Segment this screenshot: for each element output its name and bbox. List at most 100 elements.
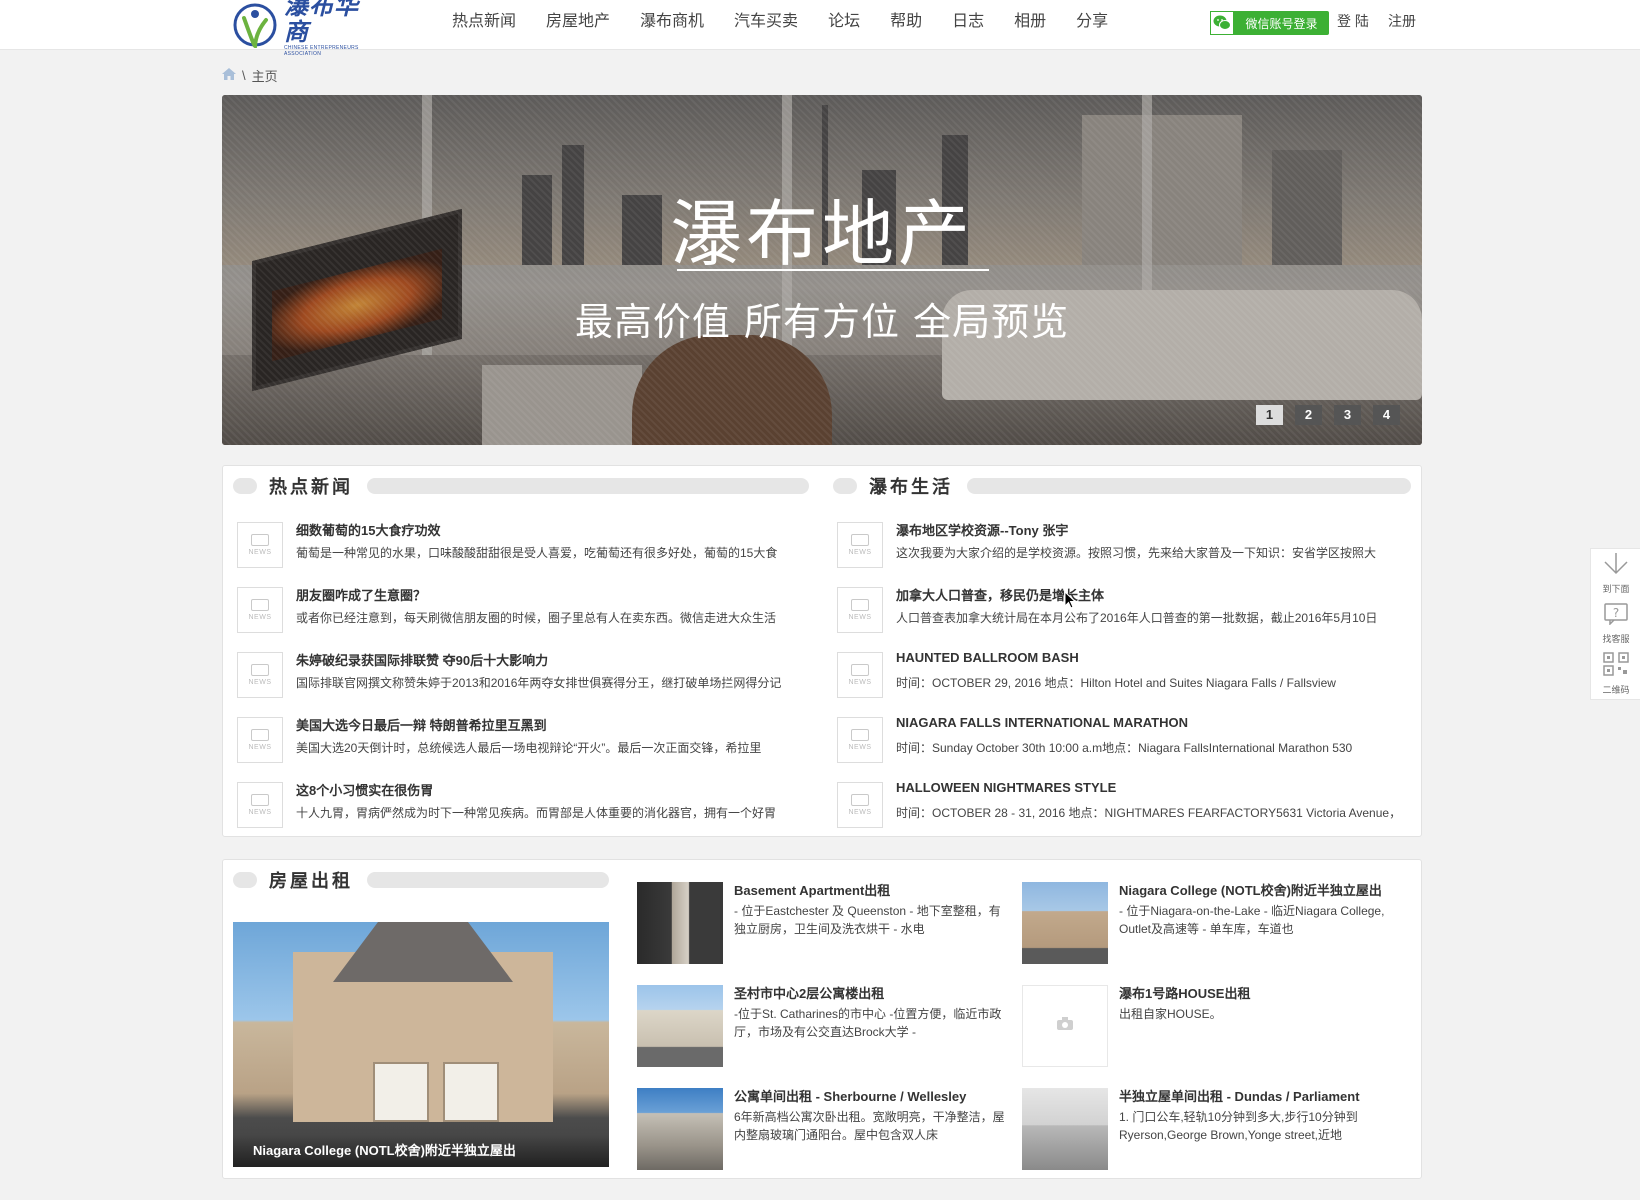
rental-item[interactable]: 圣村市中心2层公寓楼出租 -位于St. Catharines的市中心 -位置方便… [637,983,1007,1073]
banner-page-3[interactable]: 3 [1334,405,1361,425]
rental-desc: 出租自家HOUSE。 [1119,1007,1222,1021]
life-title[interactable]: 瀑布生活 [869,473,953,499]
customer-service-button[interactable]: ? 找客服 [1591,601,1640,647]
hot-news-title[interactable]: 热点新闻 [269,473,353,499]
news-title[interactable]: 这8个小习惯实在很伤胃 [296,780,433,799]
logo-subtext: CHINESE ENTREPRENEURS ASSOCIATION [284,45,359,57]
rental-item[interactable]: Niagara College (NOTL校舍)附近半独立屋出 - 位于Niag… [1022,880,1392,970]
rental-title[interactable]: 圣村市中心2层公寓楼出租 [734,983,884,1002]
nav-real-estate[interactable]: 房屋地产 [546,0,610,44]
rentals-heading: 房屋出租 [233,867,609,893]
rental-item[interactable]: 公寓单间出租 - Sherbourne / Wellesley 6年新高档公寓次… [637,1086,1007,1176]
rental-title[interactable]: 公寓单间出租 - Sherbourne / Wellesley [734,1086,966,1105]
nav-help[interactable]: 帮助 [890,0,922,44]
news-title[interactable]: 瀑布地区学校资源--Tony 张宇 [896,520,1068,539]
hero-banner[interactable]: 瀑布地产 最高价值 所有方位 全局预览 1 2 3 4 [222,95,1422,445]
rentals-title[interactable]: 房屋出租 [269,867,353,893]
nav-album[interactable]: 相册 [1014,0,1046,44]
mouse-cursor-icon [1064,590,1077,614]
rental-title[interactable]: 半独立屋单间出租 - Dundas / Parliament [1119,1086,1360,1105]
nav-cars[interactable]: 汽车买卖 [734,0,798,44]
nav-share[interactable]: 分享 [1076,0,1108,44]
banner-page-4[interactable]: 4 [1373,405,1400,425]
wechat-login-button[interactable]: 微信账号登录 [1210,11,1329,35]
side-toolbar: 到下面 ? 找客服 二维码 [1590,548,1640,700]
list-item[interactable]: NEWS 朋友圈咋成了生意圈？ 或者你已经注意到，每天刷微信朋友圈的时候，圈子里… [237,585,797,650]
site-header: 瀑布华商 CHINESE ENTREPRENEURS ASSOCIATION 热… [0,0,1640,57]
home-icon[interactable] [222,67,236,83]
news-title[interactable]: HALLOWEEN NIGHTMARES STYLE [896,780,1116,795]
breadcrumb-separator: \ [242,67,246,83]
rental-item[interactable]: Basement Apartment出租 - 位于Eastchester 及 Q… [637,880,1007,970]
news-thumbnail[interactable]: NEWS [837,522,883,568]
news-thumbnail[interactable]: NEWS [237,717,283,763]
rental-thumbnail[interactable] [1022,1088,1108,1170]
rental-item[interactable]: 瀑布1号路HOUSE出租 出租自家HOUSE。 [1022,983,1392,1073]
news-title[interactable]: HAUNTED BALLROOM BASH [896,650,1079,665]
svg-text:?: ? [1613,606,1619,620]
news-title[interactable]: 朋友圈咋成了生意圈？ [296,585,426,604]
list-item[interactable]: NEWS 美国大选今日最后一辩 特朗普希拉里互黑到 美国大选20天倒计时，总统候… [237,715,797,780]
rental-desc: - 位于Eastchester 及 Queenston - 地下室整租，有独立厨… [734,904,1001,936]
news-thumbnail[interactable]: NEWS [237,652,283,698]
list-item[interactable]: NEWS HALLOWEEN NIGHTMARES STYLE 时间：OCTOB… [837,780,1397,845]
list-item[interactable]: NEWS NIAGARA FALLS INTERNATIONAL MARATHO… [837,715,1397,780]
image-placeholder-icon [851,534,869,546]
rental-hero-image[interactable]: Niagara College (NOTL校舍)附近半独立屋出 [233,922,609,1167]
news-desc: 时间：OCTOBER 28 - 31, 2016 地点：NIGHTMARES F… [896,806,1396,820]
list-item[interactable]: NEWS 朱婷破纪录获国际排联赞 夺90后十大影响力 国际排联官网撰文称赞朱婷于… [237,650,797,715]
qrcode-icon [1603,652,1629,681]
news-thumbnail[interactable]: NEWS [237,522,283,568]
rental-thumbnail[interactable] [637,882,723,964]
site-logo[interactable]: 瀑布华商 CHINESE ENTREPRENEURS ASSOCIATION [232,0,382,57]
qrcode-button[interactable]: 二维码 [1591,651,1640,697]
life-list: NEWS 瀑布地区学校资源--Tony 张宇 这次我要为大家介绍的是学校资源。按… [837,520,1397,845]
breadcrumb-current: 主页 [251,68,278,84]
rental-thumbnail[interactable] [1022,882,1108,964]
list-item[interactable]: NEWS 瀑布地区学校资源--Tony 张宇 这次我要为大家介绍的是学校资源。按… [837,520,1397,585]
scroll-bottom-label: 到下面 [1602,584,1630,594]
news-desc: 葡萄是一种常见的水果，口味酸酸甜甜很是受人喜爱，吃葡萄还有很多好处，葡萄的15大… [296,546,778,560]
rental-title[interactable]: Niagara College (NOTL校舍)附近半独立屋出 [1119,880,1382,899]
news-thumbnail[interactable]: NEWS [837,782,883,828]
news-desc: 美国大选20天倒计时，总统候选人最后一场电视辩论“开火”。最后一次正面交锋，希拉… [296,741,762,755]
banner-page-2[interactable]: 2 [1295,405,1322,425]
nav-blog[interactable]: 日志 [952,0,984,44]
rental-desc: -位于St. Catharines的市中心 -位置方便，临近市政厅，市场及有公交… [734,1007,1002,1039]
news-thumbnail[interactable]: NEWS [237,782,283,828]
rental-thumbnail[interactable] [637,1088,723,1170]
news-thumbnail[interactable]: NEWS [837,587,883,633]
login-link[interactable]: 登 陆 [1337,11,1369,31]
news-desc: 时间：Sunday October 30th 10:00 a.m地点：Niaga… [896,741,1353,755]
rental-thumbnail[interactable] [1022,985,1108,1067]
nav-business[interactable]: 瀑布商机 [640,0,704,44]
register-link[interactable]: 注册 [1388,11,1416,31]
news-title[interactable]: 细数葡萄的15大食疗功效 [296,520,440,539]
nav-forum[interactable]: 论坛 [828,0,860,44]
image-placeholder-icon [851,729,869,741]
list-item[interactable]: NEWS 细数葡萄的15大食疗功效 葡萄是一种常见的水果，口味酸酸甜甜很是受人喜… [237,520,797,585]
news-thumbnail[interactable]: NEWS [837,652,883,698]
rental-thumbnail[interactable] [637,985,723,1067]
image-placeholder-icon [251,794,269,806]
camera-icon [1057,1017,1073,1035]
news-title[interactable]: 美国大选今日最后一辩 特朗普希拉里互黑到 [296,715,547,734]
banner-page-1[interactable]: 1 [1256,405,1283,425]
list-item[interactable]: NEWS 加拿大人口普查，移民仍是增长主体 人口普查表加拿大统计局在本月公布了2… [837,585,1397,650]
scroll-bottom-button[interactable]: 到下面 [1591,551,1640,597]
breadcrumb: \ 主页 [222,65,278,85]
news-title[interactable]: NIAGARA FALLS INTERNATIONAL MARATHON [896,715,1188,730]
image-placeholder-icon [851,599,869,611]
news-thumbnail[interactable]: NEWS [837,717,883,763]
rental-title[interactable]: 瀑布1号路HOUSE出租 [1119,983,1250,1002]
rental-hero-caption[interactable]: Niagara College (NOTL校舍)附近半独立屋出 [233,1135,609,1167]
banner-pager: 1 2 3 4 [1256,405,1412,425]
news-title[interactable]: 朱婷破纪录获国际排联赞 夺90后十大影响力 [296,650,548,669]
news-thumbnail[interactable]: NEWS [237,587,283,633]
list-item[interactable]: NEWS HAUNTED BALLROOM BASH 时间：OCTOBER 29… [837,650,1397,715]
list-item[interactable]: NEWS 这8个小习惯实在很伤胃 十人九胃，胃病俨然成为时下一种常见疾病。而胃部… [237,780,797,845]
rental-title[interactable]: Basement Apartment出租 [734,880,890,899]
rental-item[interactable]: 半独立屋单间出租 - Dundas / Parliament 1. 门口公车,轻… [1022,1086,1392,1176]
nav-hot-news[interactable]: 热点新闻 [452,0,516,44]
rental-desc: 1. 门口公车,轻轨10分钟到多大,步行10分钟到Ryerson,George … [1119,1110,1358,1142]
